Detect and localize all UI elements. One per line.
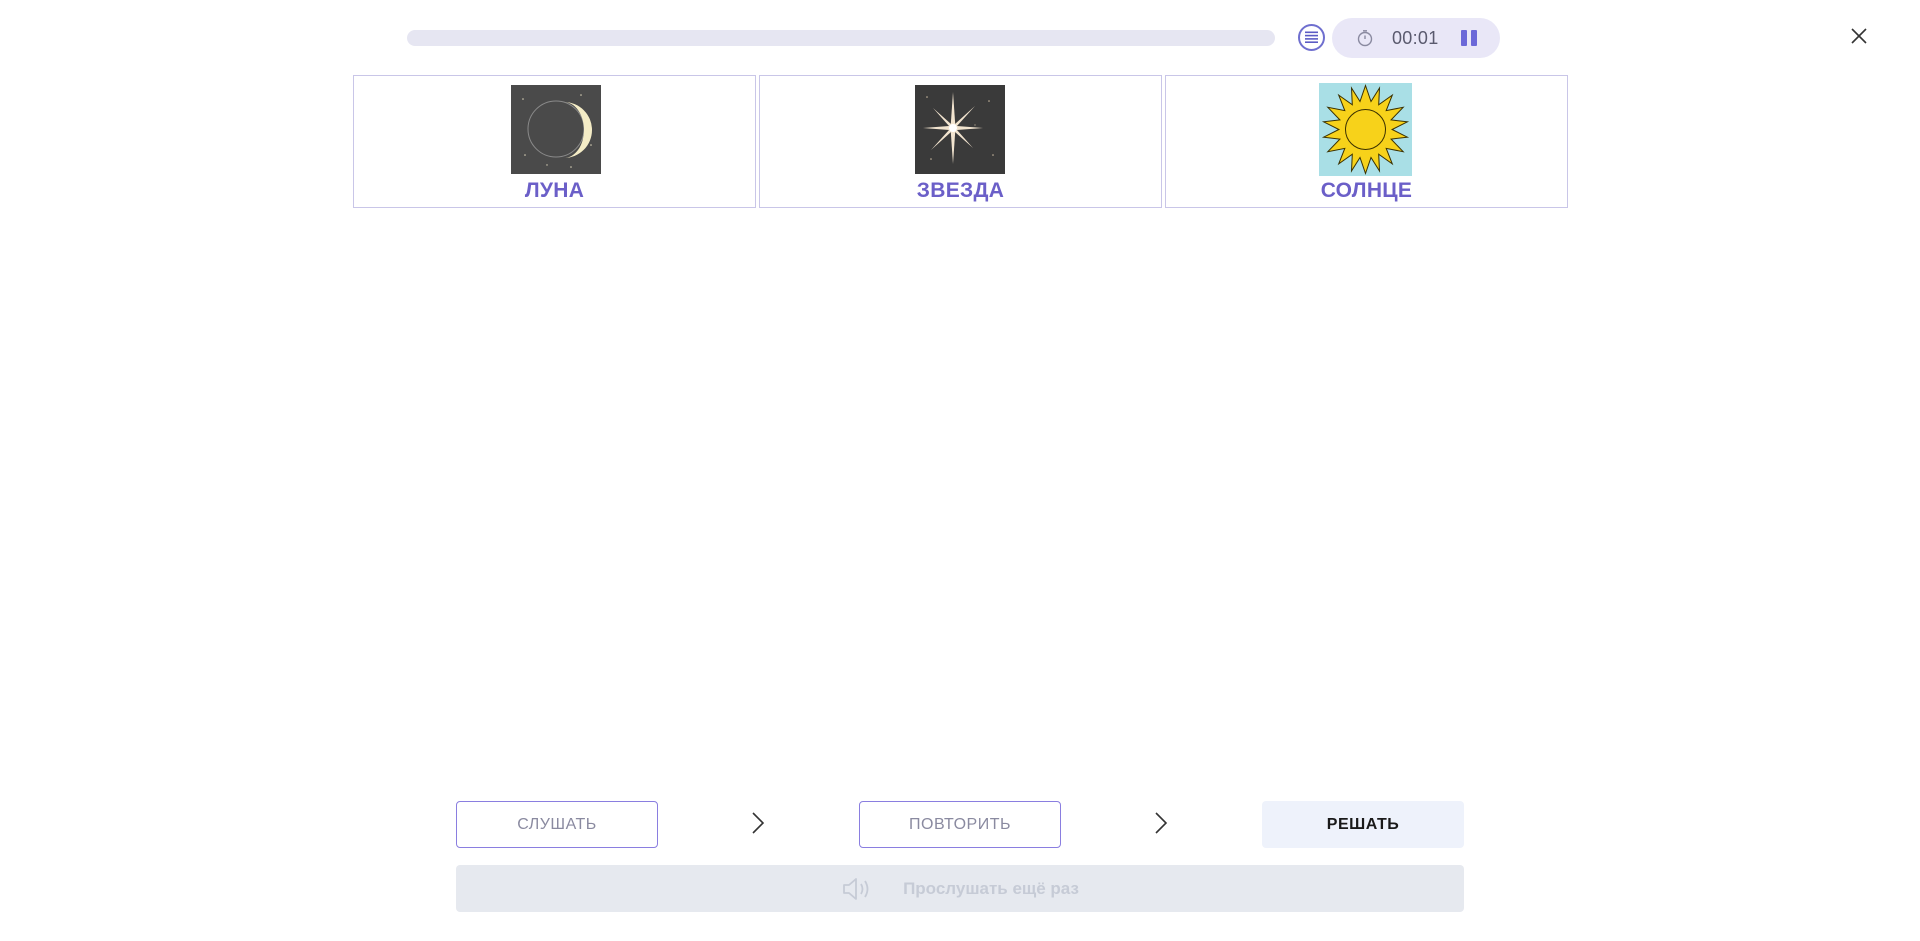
replay-button[interactable]: Прослушать ещё раз [456, 865, 1464, 912]
timer-pill: 00:01 [1332, 18, 1500, 58]
pause-icon-bar [1471, 30, 1477, 46]
card-moon[interactable]: ЛУНА [353, 75, 756, 208]
card-label: СОЛНЦЕ [1320, 179, 1413, 202]
moon-image [511, 85, 601, 174]
sun-image [1319, 83, 1412, 176]
stopwatch-icon [1357, 30, 1373, 47]
pause-icon [1461, 30, 1467, 46]
progress-bar [407, 30, 1275, 46]
star-image [915, 85, 1005, 174]
card-label: ЗВЕЗДА [916, 179, 1005, 202]
chevron-right-icon [752, 812, 765, 834]
speaker-icon [843, 877, 869, 900]
repeat-button[interactable]: ПОВТОРИТЬ [859, 801, 1061, 848]
replay-label: Прослушать ещё раз [903, 878, 1079, 898]
solve-button[interactable]: РЕШАТЬ [1262, 801, 1464, 848]
list-icon [1305, 31, 1318, 43]
card-label: ЛУНА [524, 179, 585, 202]
pause-button[interactable] [1458, 28, 1480, 48]
listen-button[interactable]: СЛУШАТЬ [456, 801, 658, 848]
card-star[interactable]: ЗВЕЗДА [759, 75, 1162, 208]
list-button[interactable] [1298, 24, 1325, 51]
timer-display: 00:01 [1392, 28, 1439, 48]
card-sun[interactable]: СОЛНЦЕ [1165, 75, 1568, 208]
chevron-right-icon [1155, 812, 1168, 834]
close-icon[interactable] [1847, 24, 1871, 48]
